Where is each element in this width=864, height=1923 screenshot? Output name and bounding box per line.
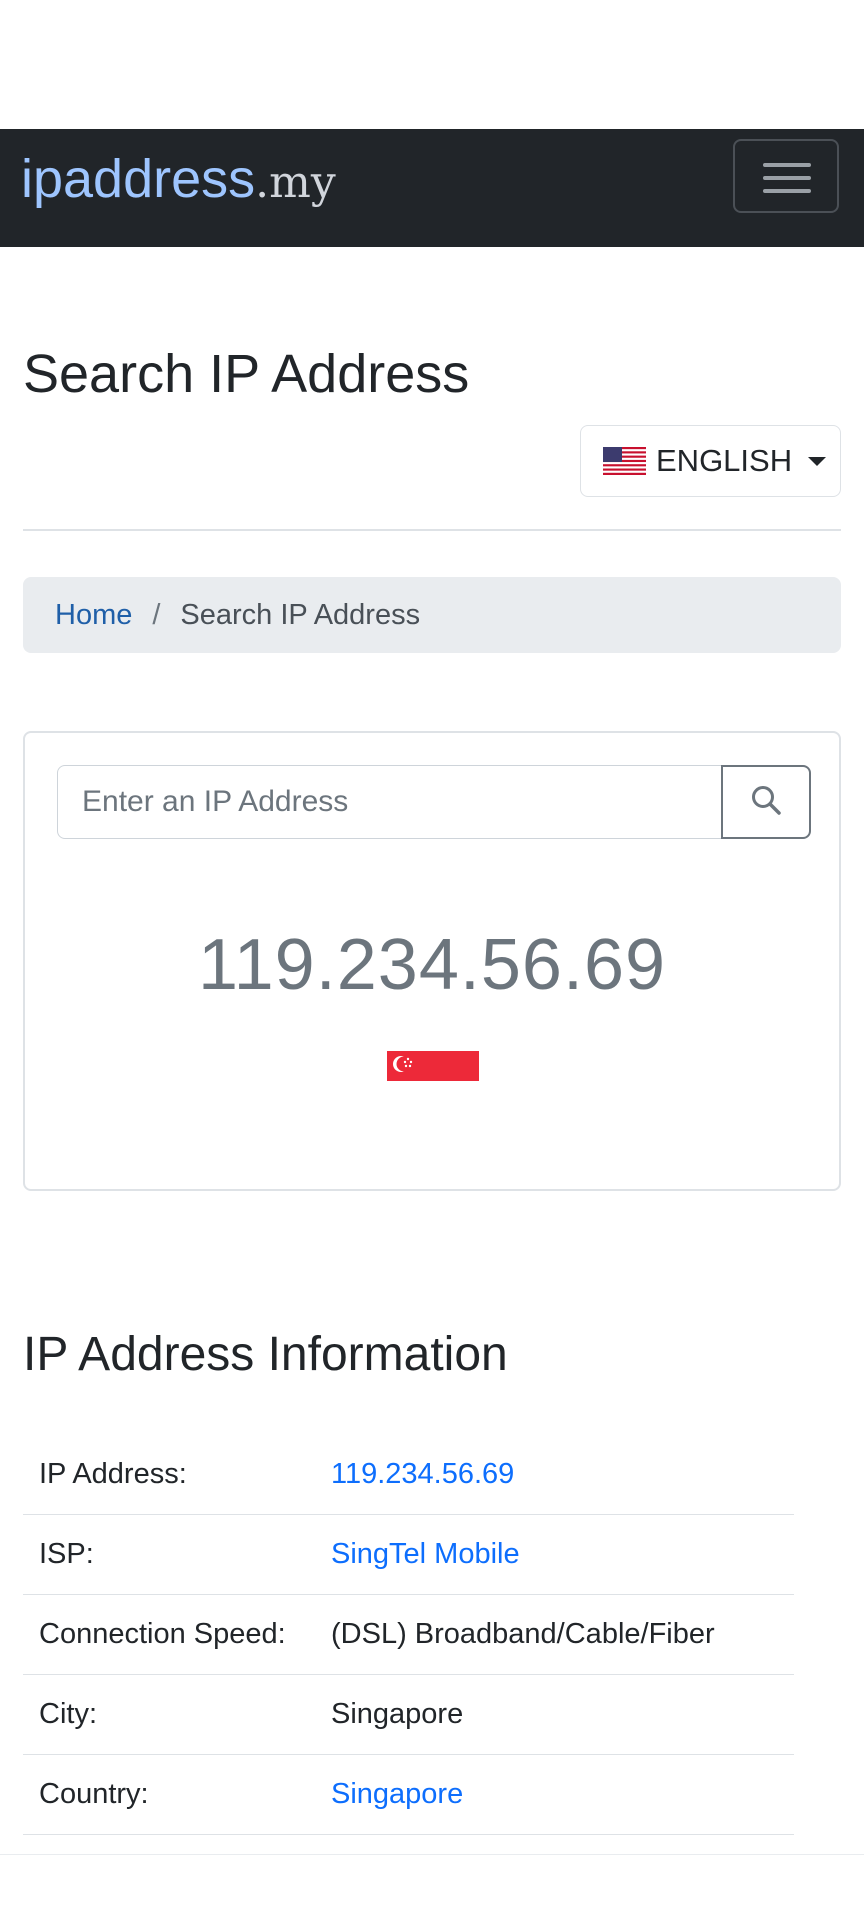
language-dropdown-button[interactable]: ENGLISH xyxy=(580,425,841,497)
row-label: Connection Speed: xyxy=(39,1618,286,1650)
breadcrumb: Home / Search IP Address xyxy=(23,577,841,653)
search-icon xyxy=(750,784,782,821)
table-row-country: Country: Singapore xyxy=(23,1755,794,1835)
breadcrumb-separator: / xyxy=(152,598,161,631)
hamburger-icon-line xyxy=(763,176,811,180)
navbar: ipaddress.my xyxy=(0,129,864,247)
hamburger-icon xyxy=(763,163,811,167)
us-flag-icon xyxy=(603,447,646,475)
brand-tld: .my xyxy=(255,157,336,208)
search-button[interactable] xyxy=(721,765,811,839)
ip-info-table: IP Address: 119.234.56.69 ISP: SingTel M… xyxy=(23,1435,794,1835)
caret-down-icon xyxy=(808,456,827,466)
breadcrumb-current: Search IP Address xyxy=(180,598,421,631)
site-logo[interactable]: ipaddress.my xyxy=(21,147,336,215)
table-row-isp: ISP: SingTel Mobile xyxy=(23,1515,794,1595)
info-section-title: IP Address Information xyxy=(23,1328,508,1381)
ip-search-input[interactable] xyxy=(57,765,723,839)
footer-divider xyxy=(0,1854,864,1855)
city-value: Singapore xyxy=(331,1698,464,1730)
connection-speed-value: (DSL) Broadband/Cable/Fiber xyxy=(331,1618,715,1650)
ip-address-link[interactable]: 119.234.56.69 xyxy=(331,1458,514,1491)
table-row-city: City: Singapore xyxy=(23,1675,794,1755)
row-label: City: xyxy=(39,1698,97,1730)
language-label: ENGLISH xyxy=(656,443,793,478)
table-row-connection-speed: Connection Speed: (DSL) Broadband/Cable/… xyxy=(23,1595,794,1675)
divider xyxy=(23,529,841,531)
singapore-flag-icon xyxy=(387,1051,479,1083)
country-link[interactable]: Singapore xyxy=(331,1778,463,1811)
row-label: Country: xyxy=(39,1778,149,1810)
row-label: IP Address: xyxy=(39,1458,187,1490)
ip-search-card: 119.234.56.69 xyxy=(23,731,841,1191)
table-row-ip-address: IP Address: 119.234.56.69 xyxy=(23,1435,794,1515)
menu-toggle-button[interactable] xyxy=(733,139,839,213)
page-title: Search IP Address xyxy=(23,344,470,404)
brand-name: ipaddress xyxy=(21,149,256,209)
hamburger-icon-line xyxy=(763,189,811,193)
breadcrumb-home-link[interactable]: Home xyxy=(55,599,132,632)
result-ip-address: 119.234.56.69 xyxy=(197,925,667,1005)
row-label: ISP: xyxy=(39,1538,94,1570)
isp-link[interactable]: SingTel Mobile xyxy=(331,1538,520,1571)
